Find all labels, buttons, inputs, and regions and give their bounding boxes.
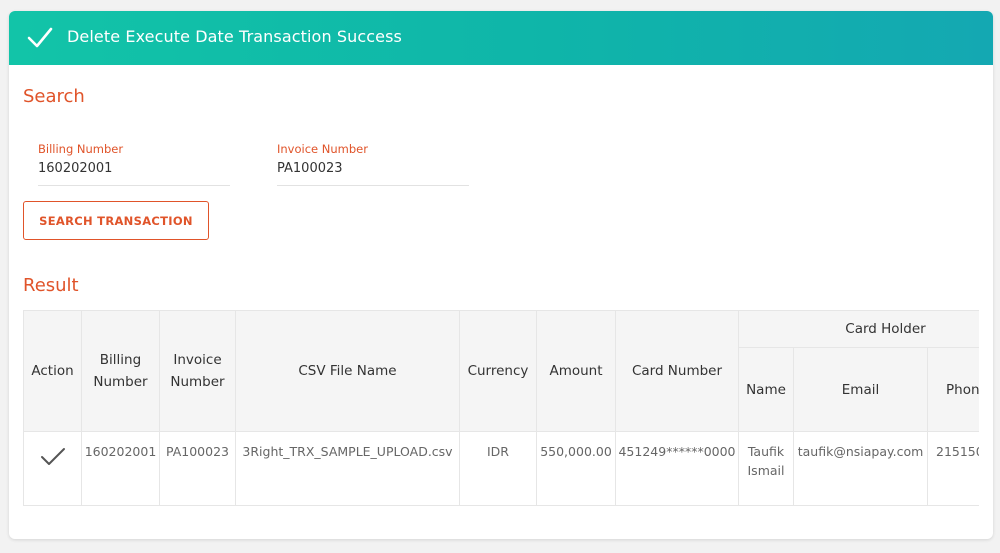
action-cell	[23, 431, 82, 506]
header-action: Action	[23, 310, 82, 432]
cell-card-number: 451249******0000	[615, 431, 739, 506]
cell-csv-file-name: 3Right_TRX_SAMPLE_UPLOAD.csv	[235, 431, 460, 506]
header-invoice-number: Invoice Number	[159, 310, 236, 432]
header-phone: Phone	[927, 347, 979, 432]
table-row: 160202001 PA100023 3Right_TRX_SAMPLE_UPL…	[23, 431, 979, 506]
cell-invoice-number: PA100023	[159, 431, 236, 506]
cell-billing-number: 160202001	[81, 431, 160, 506]
cell-email: taufik@nsiapay.com	[793, 431, 928, 506]
main-card: Delete Execute Date Transaction Success …	[9, 11, 993, 539]
result-table: Action Billing Number Invoice Number CSV…	[23, 310, 979, 506]
header-email: Email	[793, 347, 928, 432]
header-csv-file-name: CSV File Name	[235, 310, 460, 432]
header-name: Name	[738, 347, 794, 432]
check-icon[interactable]	[39, 446, 67, 468]
header-currency: Currency	[459, 310, 537, 432]
header-billing-number: Billing Number	[81, 310, 160, 432]
header-amount: Amount	[536, 310, 616, 432]
header-card-number: Card Number	[615, 310, 739, 432]
cell-amount: 550,000.00	[536, 431, 616, 506]
cell-name: Taufik Ismail	[738, 431, 794, 506]
header-card-holder: Card Holder	[738, 310, 979, 348]
cell-currency: IDR	[459, 431, 537, 506]
cell-phone: 215150	[927, 431, 979, 506]
result-table-viewport[interactable]: Action Billing Number Invoice Number CSV…	[9, 11, 979, 539]
